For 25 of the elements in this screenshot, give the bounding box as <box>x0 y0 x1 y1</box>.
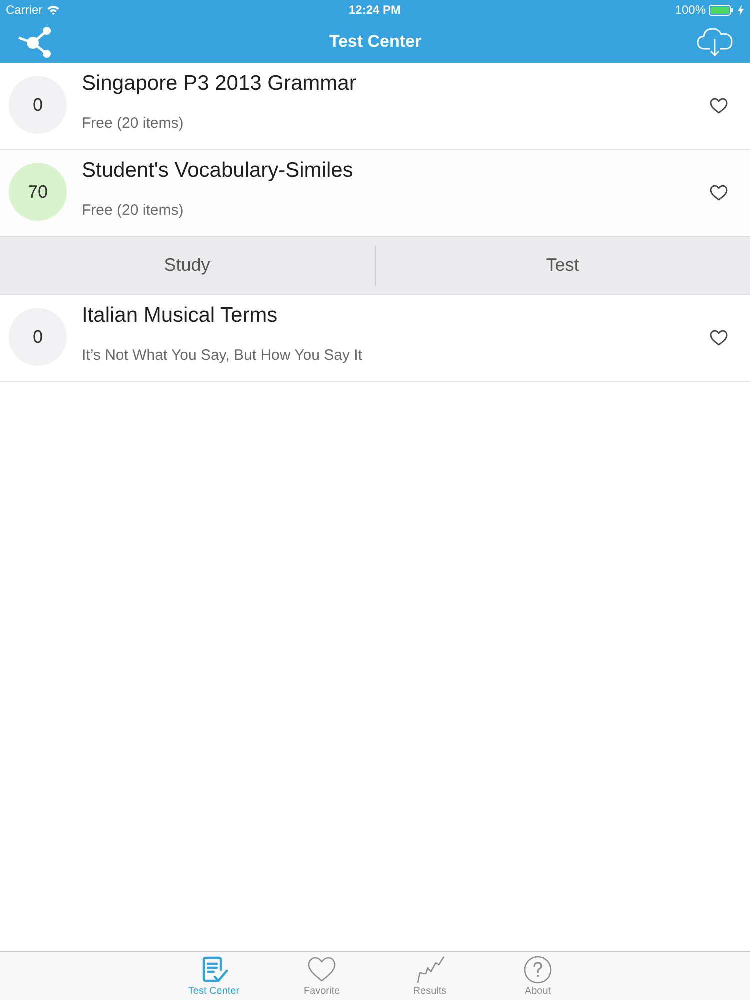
score-badge: 70 <box>9 163 67 221</box>
cloud-download-icon[interactable] <box>697 26 733 56</box>
battery-icon <box>709 4 735 16</box>
heart-icon <box>307 956 337 984</box>
test-title: Singapore P3 2013 Grammar <box>82 71 356 97</box>
test-subtitle: Free (20 items) <box>82 201 184 221</box>
line-chart-icon <box>415 956 445 984</box>
carrier-label: Carrier <box>6 3 43 17</box>
action-button[interactable]: Test <box>376 237 750 294</box>
score-badge: 0 <box>9 308 67 366</box>
heart-icon[interactable] <box>710 98 728 114</box>
test-title: Italian Musical Terms <box>82 303 278 329</box>
status-time: 12:24 PM <box>348 3 402 17</box>
help-icon <box>523 956 553 984</box>
test-subtitle: It’s Not What You Say, But How You Say It <box>82 346 362 366</box>
test-subtitle: Free (20 items) <box>82 114 184 134</box>
heart-icon[interactable] <box>710 185 728 201</box>
score-badge: 0 <box>9 76 67 134</box>
action-button[interactable]: Study <box>0 237 374 294</box>
share-icon[interactable] <box>18 26 52 58</box>
battery-percent: 100% <box>675 3 706 17</box>
nav-title: Test Center <box>329 32 422 52</box>
wifi-icon <box>46 5 60 15</box>
test-title: Student's Vocabulary-Similes <box>82 158 354 184</box>
heart-icon[interactable] <box>710 330 728 346</box>
